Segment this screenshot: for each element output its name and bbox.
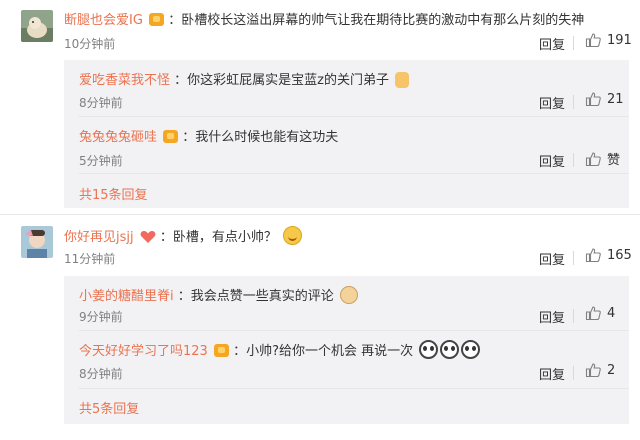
reply-username[interactable]: 兔兔兔兔砸哇	[79, 130, 157, 145]
view-more-replies-link[interactable]: 共15条回复	[79, 184, 148, 203]
reply-time: 8分钟前	[79, 96, 123, 110]
comment-username[interactable]: 断腿也会爱IG	[64, 13, 143, 28]
like-count: 赞	[607, 153, 621, 168]
like-count: 21	[607, 91, 624, 107]
thumbs-up-icon	[585, 248, 601, 263]
heart-icon	[140, 230, 156, 243]
comment-content: 断腿也会爱IG ：卧槽校长这溢出屏幕的帅气让我在期待比赛的激动中有那么片刻的失神	[64, 9, 630, 28]
view-more-replies-link[interactable]: 共5条回复	[79, 398, 139, 417]
divider	[573, 309, 574, 323]
thumbs-up-icon	[585, 306, 601, 321]
reply-item: 爱吃香菜我不怪 ：你这彩虹屁属实是宝蓝z的关门弟子 8分钟前 回复 21	[79, 60, 629, 120]
reply-list: 爱吃香菜我不怪 ：你这彩虹屁属实是宝蓝z的关门弟子 8分钟前 回复 21 兔兔兔…	[64, 60, 629, 208]
divider	[573, 153, 574, 167]
avatar-dog-image	[21, 10, 53, 42]
comment-time: 10分钟前	[64, 37, 116, 51]
avatar-child-image	[21, 226, 53, 258]
reply-button[interactable]: 回复	[539, 93, 565, 112]
reply-item: 小姜的糖醋里脊i ：我会点赞一些真实的评论 9分钟前 回复 4	[79, 276, 629, 334]
thumbs-up-icon	[585, 363, 601, 378]
reply-button[interactable]: 回复	[539, 364, 565, 383]
vip-badge-icon	[213, 344, 229, 357]
reply-time: 9分钟前	[79, 310, 123, 324]
avatar[interactable]	[21, 226, 53, 258]
like-button[interactable]: 21	[585, 91, 624, 107]
comment-divider	[0, 214, 640, 215]
reply-item: 兔兔兔兔砸哇 ：我什么时候也能有这功夫 5分钟前 回复 赞	[79, 117, 629, 177]
like-button[interactable]: 165	[585, 247, 632, 263]
divider	[573, 36, 574, 50]
reply-text: ：你这彩虹屁属实是宝蓝z的关门弟子	[174, 73, 389, 88]
reply-username[interactable]: 爱吃香菜我不怪	[79, 73, 170, 88]
comment-username[interactable]: 你好再见jsjj	[64, 230, 134, 245]
smile-emoji-icon	[283, 226, 303, 245]
like-button[interactable]: 191	[585, 32, 632, 48]
reply-divider	[79, 388, 629, 389]
reply-username[interactable]: 小姜的糖醋里脊i	[79, 289, 174, 304]
dog-emoji-icon	[339, 286, 358, 304]
vip-badge-icon	[163, 130, 179, 143]
thumbs-up-icon	[585, 92, 601, 107]
reply-text: ：我会点赞一些真实的评论	[177, 289, 334, 304]
reply-button[interactable]: 回复	[539, 34, 565, 53]
comment-text: ：卧槽，有点小帅？	[159, 230, 277, 245]
divider	[573, 366, 574, 380]
divider	[573, 251, 574, 265]
thumbs-up-icon	[585, 33, 601, 48]
vip-badge-icon	[149, 13, 165, 26]
reply-list: 小姜的糖醋里脊i ：我会点赞一些真实的评论 9分钟前 回复 4 今天好好学习了吗…	[64, 276, 629, 424]
reply-time: 8分钟前	[79, 367, 123, 381]
reply-time: 5分钟前	[79, 154, 123, 168]
panda-emoji-icon	[461, 340, 481, 359]
reply-text: ：小帅?给你一个机会 再说一次	[233, 344, 414, 359]
comment-time: 11分钟前	[64, 252, 116, 266]
thumb-emoji-icon	[395, 72, 410, 88]
like-count: 2	[607, 362, 616, 378]
reply-divider	[79, 173, 629, 174]
like-button[interactable]: 4	[585, 305, 615, 321]
thumbs-up-icon	[585, 151, 601, 166]
comment-content: 你好再见jsjj ：卧槽，有点小帅？	[64, 226, 630, 245]
reply-button[interactable]: 回复	[539, 151, 565, 170]
like-button[interactable]: 赞	[585, 149, 620, 168]
like-count: 4	[607, 305, 616, 321]
reply-button[interactable]: 回复	[539, 249, 565, 268]
panda-emoji-icon	[419, 340, 439, 359]
like-button[interactable]: 2	[585, 362, 615, 378]
avatar[interactable]	[21, 10, 53, 42]
reply-text: ：我什么时候也能有这功夫	[182, 130, 339, 145]
divider	[573, 95, 574, 109]
reply-item: 今天好好学习了吗123 ：小帅?给你一个机会 再说一次 8分钟前 回复 2	[79, 331, 629, 389]
like-count: 191	[607, 32, 632, 48]
comment-text: ：卧槽校长这溢出屏幕的帅气让我在期待比赛的激动中有那么片刻的失神	[168, 13, 585, 28]
panda-emoji-icon	[440, 340, 460, 359]
reply-username[interactable]: 今天好好学习了吗123	[79, 344, 208, 359]
reply-button[interactable]: 回复	[539, 307, 565, 326]
like-count: 165	[607, 247, 632, 263]
